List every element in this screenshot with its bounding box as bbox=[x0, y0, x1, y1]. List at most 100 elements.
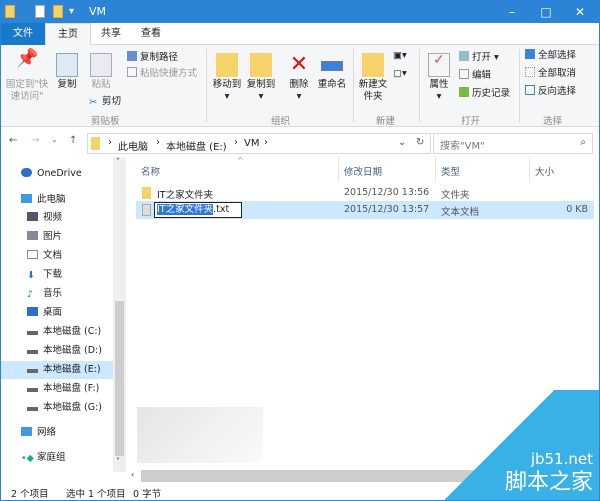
cut-button[interactable]: ✂ 剪切 bbox=[89, 95, 121, 109]
breadcrumb-this-pc[interactable]: 此电脑 bbox=[118, 138, 148, 153]
column-size[interactable]: 大小 bbox=[535, 164, 554, 178]
open-icon bbox=[459, 51, 469, 61]
text-file-icon bbox=[142, 204, 151, 216]
network-icon bbox=[21, 427, 32, 436]
edit-button[interactable]: 编辑 bbox=[459, 69, 491, 83]
properties-quick-icon[interactable] bbox=[35, 5, 45, 18]
nav-homegroup[interactable]: •◆ 家庭组 bbox=[21, 449, 66, 467]
file-row-selected[interactable]: IT之家文件夹.txt 2015/12/30 13:57 文本文档 0 KB bbox=[136, 201, 594, 219]
open-button[interactable]: 打开 ▾ bbox=[459, 51, 499, 65]
refresh-icon[interactable]: ↻ bbox=[416, 137, 424, 148]
drive-icon bbox=[27, 369, 38, 373]
document-icon bbox=[27, 250, 38, 259]
nav-network[interactable]: 网络 bbox=[21, 424, 56, 442]
recent-dropdown-icon[interactable]: ⌄ bbox=[51, 135, 58, 144]
drive-icon bbox=[27, 388, 38, 392]
new-folder-icon bbox=[362, 53, 384, 77]
copy-button[interactable]: 复制 bbox=[53, 53, 81, 91]
nav-drive-g[interactable]: 本地磁盘 (G:) bbox=[27, 399, 102, 417]
copy-path-icon bbox=[127, 51, 137, 61]
select-none-icon bbox=[525, 67, 535, 77]
up-button[interactable]: ↑ bbox=[69, 135, 77, 146]
folder-icon bbox=[142, 187, 151, 199]
nav-drive-c[interactable]: 本地磁盘 (C:) bbox=[27, 323, 101, 341]
file-row[interactable]: IT之家文件夹 2015/12/30 13:56 文件夹 bbox=[136, 184, 594, 202]
scroll-left-icon[interactable]: ‹ bbox=[131, 470, 134, 479]
nav-documents[interactable]: 文档 bbox=[27, 247, 62, 265]
back-button[interactable]: ← bbox=[9, 135, 17, 146]
tab-share[interactable]: 共享 bbox=[89, 23, 133, 45]
column-date[interactable]: 修改日期 bbox=[344, 164, 382, 178]
nav-videos[interactable]: 视频 bbox=[27, 209, 62, 227]
window-title: VM bbox=[89, 5, 107, 18]
tab-view[interactable]: 查看 bbox=[129, 23, 173, 45]
properties-button[interactable]: ✓ 属性 ▾ bbox=[425, 53, 453, 103]
rename-icon bbox=[321, 61, 343, 71]
paste-shortcut-button[interactable]: 粘贴快捷方式 bbox=[127, 67, 197, 81]
delete-button[interactable]: ✕ 删除 ▾ bbox=[285, 53, 313, 103]
minimize-button[interactable]: – bbox=[495, 1, 529, 23]
nav-drive-f[interactable]: 本地磁盘 (F:) bbox=[27, 380, 99, 398]
title-bar: ▾ VM – □ ✕ bbox=[1, 1, 599, 23]
nav-drive-e[interactable]: 本地磁盘 (E:) bbox=[1, 361, 113, 379]
search-icon: ⌕ bbox=[580, 137, 586, 148]
invert-selection-button[interactable]: 反向选择 bbox=[525, 85, 576, 99]
delete-x-icon: ✕ bbox=[289, 52, 309, 77]
address-dropdown-icon[interactable]: ⌄ bbox=[398, 137, 406, 148]
nav-drive-d[interactable]: 本地磁盘 (D:) bbox=[27, 342, 102, 360]
group-select-label: 选择 bbox=[543, 116, 563, 127]
column-type[interactable]: 类型 bbox=[441, 164, 460, 178]
copy-to-button[interactable]: 复制到 ▾ bbox=[245, 53, 277, 103]
copy-to-icon bbox=[250, 53, 272, 77]
tab-home[interactable]: 主页 bbox=[45, 23, 91, 46]
select-all-button[interactable]: 全部选择 bbox=[525, 49, 576, 63]
picture-icon bbox=[27, 231, 38, 240]
scroll-up-icon[interactable]: ˄ bbox=[116, 157, 120, 166]
select-all-icon bbox=[525, 49, 535, 59]
paste-button[interactable]: 粘贴 bbox=[87, 53, 115, 91]
easy-access-button[interactable]: ▢▾ bbox=[393, 67, 407, 81]
forward-button[interactable]: → bbox=[31, 135, 39, 146]
copy-path-button[interactable]: 复制路径 bbox=[127, 51, 178, 65]
nav-pictures[interactable]: 图片 bbox=[27, 228, 62, 246]
folder-icon bbox=[5, 5, 15, 18]
tab-file[interactable]: 文件 bbox=[1, 23, 45, 45]
nav-this-pc[interactable]: 此电脑 bbox=[21, 191, 66, 209]
new-folder-quick-icon[interactable] bbox=[53, 5, 63, 18]
nav-downloads[interactable]: ⬇ 下载 bbox=[27, 266, 62, 284]
pin-icon: 📌 bbox=[16, 48, 39, 69]
quick-access-dropdown-icon[interactable]: ▾ bbox=[69, 6, 74, 17]
edit-icon bbox=[459, 69, 469, 79]
scroll-down-icon[interactable]: ˅ bbox=[116, 457, 120, 466]
move-to-button[interactable]: 移动到 ▾ bbox=[211, 53, 243, 103]
nav-scroll-thumb[interactable] bbox=[115, 301, 124, 456]
history-icon bbox=[459, 87, 469, 97]
rename-input[interactable]: IT之家文件夹.txt bbox=[154, 202, 242, 218]
nav-desktop[interactable]: 桌面 bbox=[27, 304, 62, 322]
blurred-region bbox=[137, 407, 263, 463]
download-icon: ⬇ bbox=[27, 270, 35, 281]
navigation-pane: OneDrive 此电脑 视频 图片 文档 ⬇ 下载 ♪ 音乐 桌面 本地磁盘 (C… bbox=[1, 157, 113, 483]
homegroup-icon: •◆ bbox=[21, 453, 34, 464]
drive-icon bbox=[27, 407, 38, 411]
computer-icon bbox=[21, 194, 32, 203]
sort-ascending-icon: ^ bbox=[237, 156, 244, 165]
column-name[interactable]: 名称 bbox=[141, 164, 160, 178]
breadcrumb-vm[interactable]: VM bbox=[244, 138, 259, 149]
new-item-button[interactable]: ▣▾ bbox=[393, 49, 407, 63]
pin-quick-access-button[interactable]: 📌 固定到"快速访问" bbox=[5, 48, 49, 103]
address-bar[interactable]: › 此电脑 › 本地磁盘 (E:) › VM › ⌄ ↻ bbox=[87, 133, 431, 154]
select-none-button[interactable]: 全部取消 bbox=[525, 67, 576, 81]
breadcrumb-drive-e[interactable]: 本地磁盘 (E:) bbox=[166, 138, 227, 153]
new-folder-button[interactable]: 新建文件夹 bbox=[357, 53, 389, 103]
history-button[interactable]: 历史记录 bbox=[459, 87, 510, 101]
nav-onedrive[interactable]: OneDrive bbox=[21, 165, 82, 183]
nav-music[interactable]: ♪ 音乐 bbox=[27, 285, 62, 303]
maximize-button[interactable]: □ bbox=[529, 1, 563, 23]
rename-button[interactable]: 重命名 bbox=[315, 53, 349, 91]
search-input[interactable]: 搜索"VM" ⌕ bbox=[433, 133, 593, 154]
group-organize-label: 组织 bbox=[271, 116, 291, 127]
group-new-label: 新建 bbox=[376, 116, 396, 127]
video-icon bbox=[27, 212, 38, 221]
close-button[interactable]: ✕ bbox=[563, 1, 597, 23]
